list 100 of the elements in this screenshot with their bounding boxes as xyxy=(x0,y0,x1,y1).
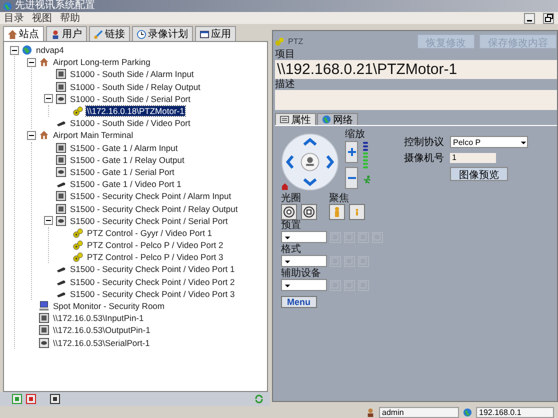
io-module-icon xyxy=(39,313,49,324)
tree-item[interactable]: S1500 - Gate 1 / Relay Output xyxy=(69,154,186,165)
io-module-icon xyxy=(56,82,66,92)
tree-item[interactable]: S1500 - Gate 1 / Alarm Input xyxy=(69,142,179,153)
tree-item[interactable]: S1000 - South Side / Relay Output xyxy=(69,82,202,92)
direction-pad-drawing[interactable] xyxy=(281,133,339,191)
ring-icon xyxy=(283,206,295,218)
item-field[interactable]: \\192.168.0.21\PTZMotor-1 xyxy=(275,60,557,79)
tab[interactable]: 用户 xyxy=(46,26,87,41)
runner-icon xyxy=(363,175,372,184)
ring-icon xyxy=(303,206,315,218)
tab[interactable]: 属性 xyxy=(275,113,316,125)
menu-item[interactable]: 目录 xyxy=(4,11,24,25)
gears-icon xyxy=(73,228,83,238)
collapse-toggle[interactable] xyxy=(27,130,36,140)
tree-item[interactable]: \\172.16.0.18\PTZMotor-1 xyxy=(86,106,186,116)
globe-icon xyxy=(322,115,331,124)
tree-item[interactable]: S1500 - Gate 1 / Video Port 1 xyxy=(69,179,182,190)
house-icon xyxy=(39,57,49,68)
tree-item[interactable]: S1500 - Gate 1 / Serial Port xyxy=(69,166,176,177)
focus-far-button[interactable] xyxy=(349,204,365,220)
tree-item[interactable]: S1000 - South Side / Video Port xyxy=(69,118,192,128)
field-label: 描述 xyxy=(275,79,296,90)
tree-item[interactable]: S1500 - Security Check Point / Alarm Input xyxy=(69,191,232,202)
tree-item[interactable]: Airport Main Terminal xyxy=(52,130,134,140)
monitor-icon xyxy=(39,301,49,312)
panel-type-label: PTZ xyxy=(288,36,304,46)
tab[interactable]: 录像计划 xyxy=(132,26,193,41)
io-module-icon xyxy=(56,191,66,202)
house-icon xyxy=(8,30,17,38)
serial-port-icon xyxy=(39,338,49,348)
preview-button[interactable]: 图像预览 xyxy=(450,167,508,181)
house-icon xyxy=(39,130,49,140)
tree-item[interactable]: \\172.16.0.53\OutputPin-1 xyxy=(52,325,152,336)
io-module-icon xyxy=(56,154,66,165)
tree-item[interactable]: PTZ Control - Pelco P / Video Port 2 xyxy=(86,240,224,250)
collapse-toggle[interactable] xyxy=(44,94,53,104)
tree-item[interactable]: ndvap4 xyxy=(35,45,65,56)
globe-icon xyxy=(22,45,32,56)
list-icon xyxy=(280,115,289,124)
tree-item[interactable]: S1500 - Security Check Point / Video Port 2 xyxy=(69,276,236,287)
iris-open-button[interactable] xyxy=(281,204,297,220)
menu-item[interactable]: 视图 xyxy=(32,11,52,25)
tree-item[interactable]: S1500 - Security Check Point / Serial Port xyxy=(69,216,229,226)
io-module-icon xyxy=(56,142,66,153)
caret-icon xyxy=(284,258,291,264)
tree-item[interactable]: \\172.16.0.53\SerialPort-1 xyxy=(52,338,151,348)
tab[interactable]: 网络 xyxy=(317,113,358,125)
caret-icon xyxy=(284,282,291,288)
minimize-button[interactable] xyxy=(524,12,535,24)
app-icon xyxy=(3,2,12,10)
preset-dropdown[interactable] xyxy=(281,231,327,243)
iris-label: 光圈 xyxy=(281,193,302,204)
zoom-out-button[interactable] xyxy=(345,167,358,189)
menu-item[interactable]: 帮助 xyxy=(60,11,80,25)
tree-item[interactable]: S1000 - South Side / Alarm Input xyxy=(69,69,195,80)
restore-icon xyxy=(544,14,552,22)
zoom-in-button[interactable] xyxy=(345,141,358,163)
protocol-dropdown[interactable]: Pelco P xyxy=(450,136,528,148)
serial-port-icon xyxy=(56,216,66,226)
serial-port-icon xyxy=(56,94,66,104)
tab[interactable]: 链接 xyxy=(89,26,130,41)
user-field: admin xyxy=(379,406,459,418)
collapse-toggle[interactable] xyxy=(27,58,36,67)
tree-item[interactable]: S1500 - Security Check Point / Video Port 1 xyxy=(69,264,236,274)
zoom-label: 缩放 xyxy=(345,129,366,140)
pattern-dropdown[interactable] xyxy=(281,255,327,267)
plus-icon xyxy=(346,147,356,157)
tree-item[interactable]: Spot Monitor - Security Room xyxy=(52,301,166,312)
menu-button[interactable]: Menu xyxy=(281,296,316,308)
description-field[interactable] xyxy=(275,90,557,110)
gears-icon xyxy=(73,240,83,250)
tree-item[interactable]: PTZ Control - Gyyr / Video Port 1 xyxy=(86,228,214,238)
globe-icon xyxy=(463,408,472,416)
io-module-icon xyxy=(39,325,49,336)
focus-label: 聚焦 xyxy=(329,193,350,204)
field-label: 控制协议 xyxy=(404,136,445,149)
tree-item[interactable]: Airport Long-term Parking xyxy=(52,57,152,68)
focus-near-button[interactable] xyxy=(329,204,345,220)
tab[interactable]: 站点 xyxy=(3,26,44,41)
camera-number-field[interactable]: 1 xyxy=(450,153,496,163)
tree-item[interactable]: \\172.16.0.53\InputPin-1 xyxy=(52,313,145,324)
iris-close-button[interactable] xyxy=(301,204,317,220)
collapse-toggle[interactable] xyxy=(44,216,53,226)
tab[interactable]: 应用 xyxy=(195,26,236,41)
clock-icon xyxy=(137,30,146,38)
tree-item[interactable]: PTZ Control - Pelco P / Video Port 3 xyxy=(86,252,224,262)
collapse-toggle[interactable] xyxy=(10,46,19,55)
caret-icon xyxy=(284,234,291,240)
user-icon xyxy=(366,408,375,416)
serial-port-icon xyxy=(56,166,66,177)
auxiliary-dropdown[interactable] xyxy=(281,279,327,291)
refresh-icon[interactable] xyxy=(254,394,264,404)
gears-icon xyxy=(73,252,83,262)
tree-item[interactable]: S1000 - South Side / Serial Port xyxy=(69,94,192,104)
tree-item[interactable]: S1500 - Security Check Point / Relay Output xyxy=(69,204,239,214)
restore-button[interactable] xyxy=(543,12,554,24)
io-module-icon xyxy=(56,69,66,80)
tree-item[interactable]: S1500 - Security Check Point / Video Port 3 xyxy=(69,288,236,299)
field-label: 预置 xyxy=(281,220,302,231)
